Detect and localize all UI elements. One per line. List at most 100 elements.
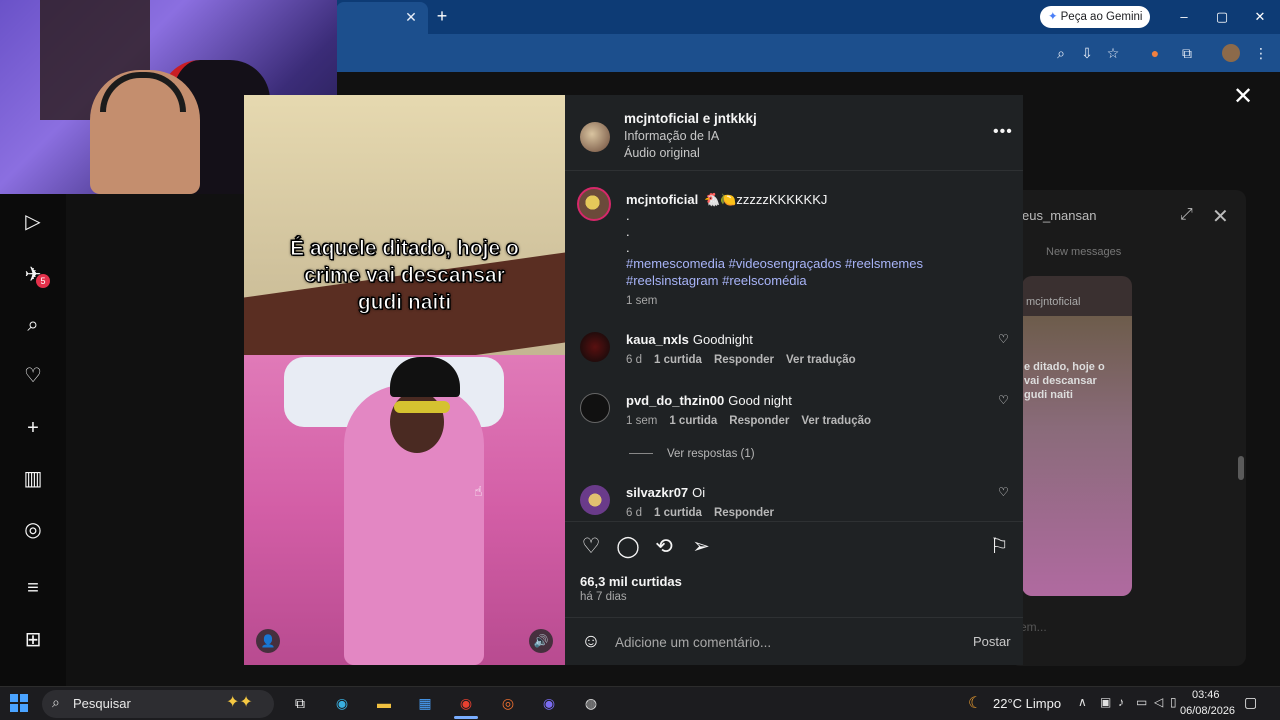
create-icon[interactable]: + <box>20 415 46 441</box>
edge-icon[interactable]: ◉ <box>331 692 353 714</box>
dm-reel-thumbnail <box>1022 316 1132 596</box>
chrome-menu-icon[interactable]: ⋮ <box>1252 44 1270 62</box>
see-translation-button[interactable]: Ver tradução <box>801 415 871 427</box>
repost-icon[interactable]: ⟲ <box>652 535 676 559</box>
extension-icon[interactable]: ● <box>1146 44 1164 62</box>
caption-author-avatar[interactable] <box>577 187 611 221</box>
audio-toggle-icon[interactable]: 🔊 <box>529 629 553 653</box>
comment-time: 6 d <box>626 507 642 519</box>
tagged-users-icon[interactable]: 👤 <box>256 629 280 653</box>
post-header: mcjntoficial e jntkkkj Informação de IA … <box>565 95 1023 171</box>
comment-meta: 6 d 1 curtida Responder Ver tradução <box>626 354 868 366</box>
reels-icon[interactable]: ▷ <box>20 209 46 235</box>
battery-icon[interactable]: ▯ <box>1170 695 1177 709</box>
install-app-icon[interactable]: ⇩ <box>1078 44 1096 62</box>
bookmark-star-icon[interactable]: ☆ <box>1104 44 1122 62</box>
likes-count[interactable]: 66,3 mil curtidas <box>580 574 682 589</box>
view-replies-label[interactable]: Ver respostas (1) <box>667 448 755 460</box>
microphone-icon[interactable]: ♪ <box>1118 695 1124 709</box>
more-options-icon[interactable]: ••• <box>993 123 1013 141</box>
author-usernames[interactable]: mcjntoficial e jntkkkj <box>624 111 757 126</box>
taskbar-search-label[interactable]: Pesquisar <box>73 696 131 711</box>
tray-app-icon[interactable]: ▣ <box>1100 695 1111 709</box>
comment-like-icon[interactable]: ♡ <box>998 332 1009 346</box>
comment-username-text[interactable]: silvazkr07 <box>626 485 688 500</box>
chrome-icon[interactable]: ◉ <box>455 692 477 714</box>
comment-icon[interactable]: ◯ <box>616 535 640 559</box>
dm-close-icon[interactable]: ✕ <box>1212 204 1229 229</box>
view-replies-button[interactable]: Ver respostas (1) <box>629 448 755 460</box>
dm-message-input[interactable]: em... <box>1020 620 1047 634</box>
comment-username-text[interactable]: kaua_nxls <box>626 332 689 347</box>
caption-username[interactable]: mcjntoficial <box>626 192 698 207</box>
see-translation-button[interactable]: Ver tradução <box>786 354 856 366</box>
file-explorer-icon[interactable]: ▬ <box>373 692 395 714</box>
comment-username[interactable]: silvazkr07 Oi <box>626 485 705 500</box>
tab-close-icon[interactable]: ✕ <box>402 8 420 26</box>
reel-video[interactable]: É aquele ditado, hoje o crime vai descan… <box>244 95 565 665</box>
save-bookmark-icon[interactable]: ⚐ <box>987 535 1011 559</box>
threads-icon[interactable]: ◎ <box>20 517 46 543</box>
puzzle-icon[interactable]: ⧉ <box>1178 44 1196 62</box>
dm-reel-username: mcjntoficial <box>1026 296 1081 308</box>
comment-username-text[interactable]: pvd_do_thzin00 <box>626 393 724 408</box>
share-icon[interactable]: ➢ <box>689 535 713 559</box>
dm-scrollbar[interactable] <box>1238 456 1244 480</box>
comment-likes[interactable]: 1 curtida <box>669 415 717 427</box>
reply-button[interactable]: Responder <box>714 354 774 366</box>
comment-like-icon[interactable]: ♡ <box>998 393 1009 407</box>
comment-likes[interactable]: 1 curtida <box>654 354 702 366</box>
modal-close-icon[interactable]: ✕ <box>1232 85 1254 109</box>
comment-avatar[interactable] <box>580 393 610 423</box>
comment-avatar[interactable] <box>580 332 610 362</box>
ai-info-label[interactable]: Informação de IA <box>624 129 719 143</box>
window-maximize-button[interactable]: ▢ <box>1210 8 1234 26</box>
network-icon[interactable]: ▭ <box>1136 695 1147 709</box>
original-audio-link[interactable]: Áudio original <box>624 146 700 160</box>
notification-center-icon[interactable]: ▢ <box>1244 694 1257 711</box>
windows-start-icon[interactable] <box>10 694 28 712</box>
app-orange-icon[interactable]: ◎ <box>497 692 519 714</box>
more-icon[interactable]: ≡ <box>20 575 46 601</box>
comment-time: 6 d <box>626 354 642 366</box>
clock-time[interactable]: 03:46 <box>1192 689 1220 701</box>
video-person-glasses <box>394 401 450 413</box>
new-tab-button[interactable]: + <box>432 6 452 26</box>
comment-likes[interactable]: 1 curtida <box>654 507 702 519</box>
comment-item: silvazkr07 Oi 6 d 1 curtida Responder ♡ <box>565 485 1023 521</box>
task-view-icon[interactable]: ⧉ <box>289 692 311 714</box>
comment-username[interactable]: pvd_do_thzin00 Good night <box>626 393 792 408</box>
reply-button[interactable]: Responder <box>714 507 774 519</box>
dm-chat-username: eus_mansan <box>1022 208 1097 223</box>
profile-avatar[interactable] <box>1222 44 1240 62</box>
zoom-icon[interactable]: ⌕ <box>1052 44 1070 62</box>
author-avatar[interactable] <box>580 122 610 152</box>
reply-button[interactable]: Responder <box>729 415 789 427</box>
comment-like-icon[interactable]: ♡ <box>998 485 1009 499</box>
comment-input[interactable] <box>615 630 955 654</box>
ask-gemini-button[interactable]: ✦ Peça ao Gemini <box>1040 6 1150 28</box>
tray-chevron-icon[interactable]: ∧ <box>1078 695 1087 709</box>
post-comment-button[interactable]: Postar <box>973 634 1011 649</box>
comment-avatar[interactable] <box>580 485 610 515</box>
search-icon[interactable]: ⌕ <box>20 312 46 338</box>
volume-icon[interactable]: ◁ <box>1154 695 1163 709</box>
apps-icon[interactable]: ⊞ <box>20 627 46 653</box>
caption-hashtags[interactable]: #memescomedia #videosengraçados #reelsme… <box>626 256 923 271</box>
comment-username[interactable]: kaua_nxls Goodnight <box>626 332 753 347</box>
emoji-icon[interactable]: ☺ <box>580 631 602 653</box>
window-close-button[interactable]: ✕ <box>1248 8 1272 26</box>
dm-shared-reel-card[interactable]: mcjntoficial e ditado, hoje o vai descan… <box>1022 276 1132 596</box>
discord-icon[interactable]: ◉ <box>538 692 560 714</box>
notifications-icon[interactable]: ♡ <box>20 363 46 389</box>
caption-hashtags[interactable]: #reelsinstagram #reelscomédia <box>626 273 807 288</box>
obs-icon[interactable]: ◍ <box>580 692 602 714</box>
window-minimize-button[interactable]: – <box>1172 8 1196 26</box>
microsoft-store-icon[interactable]: ▦ <box>414 692 436 714</box>
comments-list[interactable]: mcjntoficial 🐔🍋zzzzzKKKKKKJ . . . #memes… <box>565 172 1023 521</box>
expand-icon[interactable]: ⤢ <box>1180 206 1193 224</box>
like-icon[interactable]: ♡ <box>579 535 603 559</box>
dashboard-icon[interactable]: ▥ <box>20 466 46 492</box>
clock-date[interactable]: 06/08/2026 <box>1180 705 1235 717</box>
weather-text[interactable]: 22°C Limpo <box>993 696 1061 711</box>
